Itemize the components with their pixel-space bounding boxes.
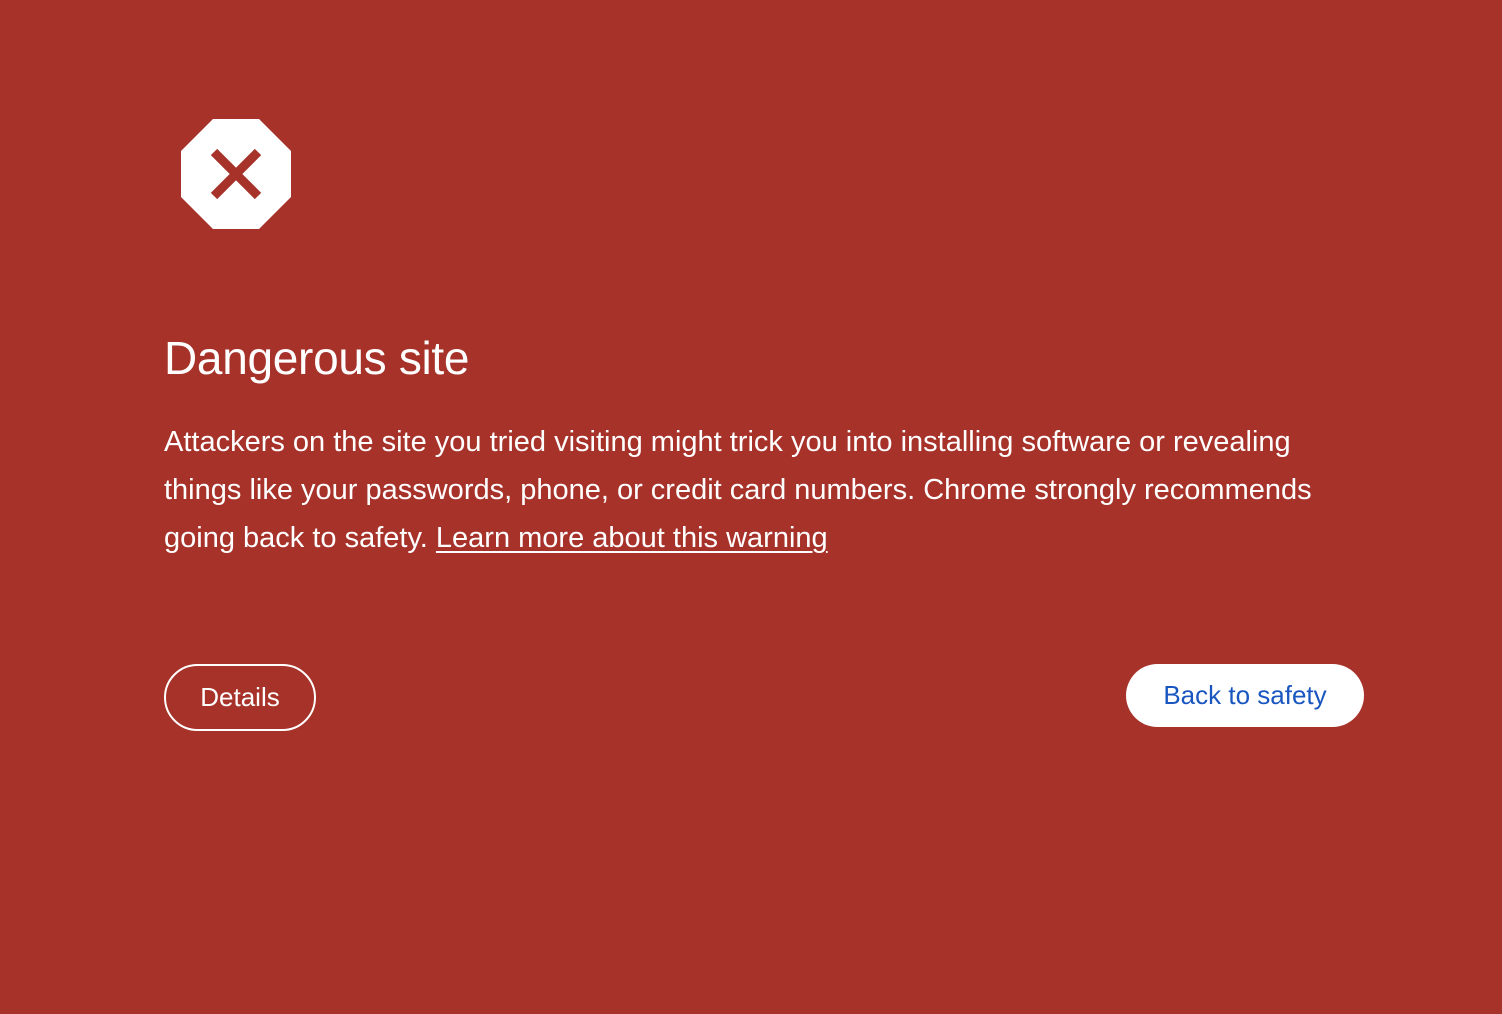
danger-icon — [181, 119, 291, 229]
back-to-safety-button[interactable]: Back to safety — [1126, 664, 1364, 727]
details-button[interactable]: Details — [164, 664, 316, 731]
stop-sign-x-icon — [181, 119, 291, 229]
learn-more-link[interactable]: Learn more about this warning — [436, 522, 828, 554]
warning-description: Attackers on the site you tried visiting… — [164, 418, 1354, 562]
page-title: Dangerous site — [164, 332, 470, 384]
